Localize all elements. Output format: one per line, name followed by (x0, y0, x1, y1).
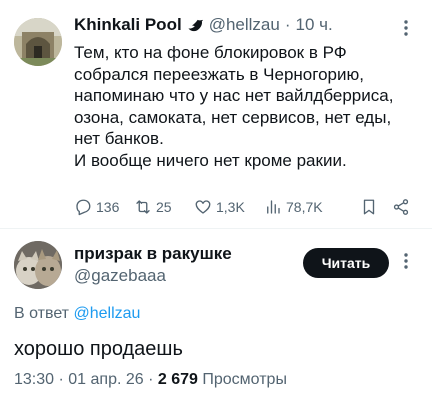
share-icon (393, 199, 409, 215)
reply-meta: 13:30 · 01 апр. 26 · 2 679 Просмотры (14, 371, 287, 389)
tweet-time[interactable]: 10 ч. (296, 14, 333, 36)
reply-timestamp[interactable]: 13:30 · 01 апр. 26 · (14, 371, 153, 388)
reply-to-handle-link[interactable]: @hellzau (73, 305, 140, 322)
author-name[interactable]: Khinkali Pool (74, 14, 182, 36)
retweet-button[interactable]: 25 (134, 198, 172, 216)
reply-count: 136 (96, 199, 120, 215)
like-count: 1,3K (216, 199, 245, 215)
retweet-icon (136, 200, 150, 214)
reply-to-prefix: В ответ (14, 305, 70, 322)
heart-icon (195, 200, 211, 214)
like-button[interactable]: 1,3K (194, 198, 245, 216)
separator-dot: · (284, 15, 291, 34)
reply-button[interactable]: 136 (74, 198, 119, 216)
reply-author-handle[interactable]: @gazebaaa (74, 265, 166, 287)
reply-views-label: Просмотры (202, 371, 287, 388)
reply-author-avatar[interactable] (14, 241, 62, 289)
retweet-count: 25 (156, 199, 172, 215)
reply-author-name[interactable]: призрак в ракушке (74, 243, 232, 265)
original-tweet: Khinkali Pool @hellzau · 10 ч. Тем, кто … (0, 0, 432, 228)
tweet-line: Тем, кто на фоне блокировок в РФ (74, 43, 347, 62)
views-count: 78,7K (286, 199, 323, 215)
tweet-actions: 136 25 1,3K 78,7K (74, 196, 414, 218)
reply-views-count: 2 679 (157, 371, 198, 388)
views-button[interactable]: 78,7K (264, 198, 323, 216)
follow-button[interactable]: Читать (303, 248, 389, 278)
tweet-line: собрался переезжать в Черногорию, (74, 64, 364, 84)
bookmark-button[interactable] (360, 198, 378, 216)
tweet-line: нет банков. (74, 129, 164, 148)
author-handle[interactable]: @hellzau (209, 14, 280, 36)
verified-badge-icon (188, 19, 203, 31)
tweet-line: озона, самоката, нет сервисов, нет еды, (74, 107, 392, 127)
reply-icon (76, 199, 91, 216)
tweet-line: напоминаю что у нас нет вайлдберриса, (74, 86, 394, 105)
author-avatar[interactable] (14, 18, 62, 66)
bookmark-icon (363, 199, 375, 215)
views-chart-icon (267, 200, 280, 214)
share-button[interactable] (392, 198, 410, 216)
tweet-text: Тем, кто на фоне блокировок в РФ собралс… (74, 42, 414, 171)
reply-text: хорошо продаешь (14, 338, 183, 360)
reply-to-line: В ответ @hellzau (14, 305, 140, 323)
more-options-icon[interactable] (398, 251, 414, 271)
more-options-icon[interactable] (398, 18, 414, 38)
reply-tweet: призрак в ракушке @gazebaaa Читать В отв… (0, 229, 432, 418)
tweet-line: И вообще ничего нет кроме ракии. (74, 150, 347, 170)
